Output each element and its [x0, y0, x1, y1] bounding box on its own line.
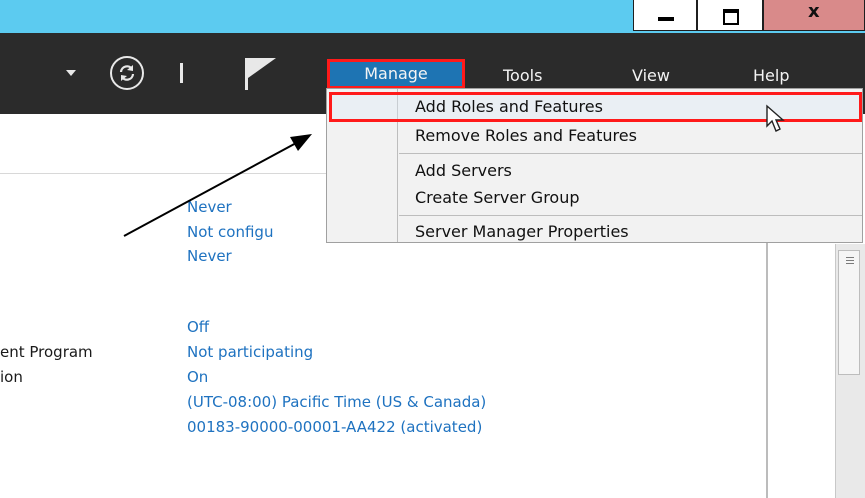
scrollbar-thumb[interactable] — [838, 250, 860, 375]
property-value[interactable]: Not configu — [187, 221, 273, 243]
notifications-flag-icon[interactable] — [243, 56, 279, 96]
menu-item-create-server-group[interactable]: Create Server Group — [415, 188, 580, 208]
refresh-button[interactable] — [110, 56, 144, 90]
menu-help[interactable]: Help — [753, 65, 789, 87]
property-value[interactable]: Never — [187, 196, 232, 218]
restore-icon — [723, 9, 739, 25]
property-value[interactable]: Off — [187, 316, 209, 338]
title-bar: x — [0, 0, 865, 33]
property-value[interactable]: On — [187, 366, 208, 388]
scroll-grip-icon — [846, 257, 854, 266]
property-label: ent Program — [0, 343, 93, 361]
menu-view[interactable]: View — [632, 65, 670, 87]
menu-item-remove-roles-and-features[interactable]: Remove Roles and Features — [415, 126, 637, 146]
menu-item-add-servers[interactable]: Add Servers — [415, 161, 512, 181]
menu-separator — [399, 215, 862, 216]
menu-item-server-manager-properties[interactable]: Server Manager Properties — [415, 222, 629, 242]
property-value[interactable]: Not participating — [187, 341, 313, 363]
property-value[interactable]: Never — [187, 245, 232, 267]
close-icon: x — [808, 1, 820, 22]
property-value: 00183-90000-00001-AA422 (activated) — [187, 418, 483, 436]
menu-tools[interactable]: Tools — [503, 65, 542, 87]
minimize-button[interactable] — [633, 0, 697, 31]
menu-separator — [399, 153, 862, 154]
property-label: ion — [0, 368, 23, 386]
close-button[interactable]: x — [763, 0, 865, 31]
restore-button[interactable] — [697, 0, 763, 31]
menu-item-add-roles-and-features[interactable]: Add Roles and Features — [415, 97, 603, 117]
menu-manage[interactable]: Manage — [327, 59, 465, 89]
navigation-dropdown-icon[interactable] — [66, 70, 76, 76]
mouse-cursor-icon — [765, 104, 795, 138]
property-value[interactable]: (UTC-08:00) Pacific Time (US & Canada) — [187, 391, 486, 413]
toolbar-separator — [180, 63, 183, 83]
minimize-icon — [658, 17, 674, 21]
refresh-icon — [119, 65, 135, 81]
